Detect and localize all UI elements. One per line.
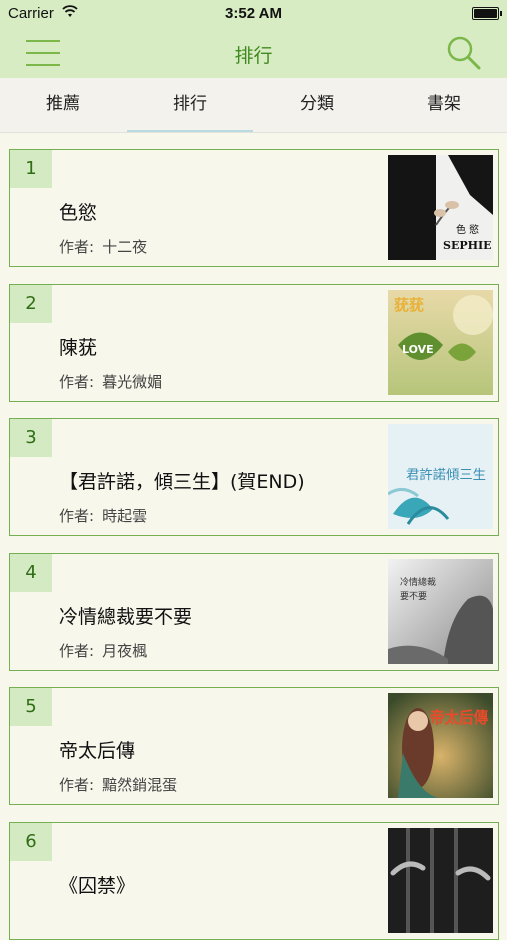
tab-ranking[interactable]: 排行 xyxy=(127,78,253,132)
battery-tip xyxy=(500,11,502,16)
book-card[interactable]: 1 色慾 作者: 十二夜 色 慾 SEPHIE xyxy=(9,149,499,267)
clock: 3:52 AM xyxy=(225,5,282,22)
book-cover[interactable]: 帝太后傳 xyxy=(388,693,493,798)
author-name: 暮光微媚 xyxy=(102,373,163,391)
author-line: 作者: 十二夜 xyxy=(59,236,147,257)
book-cover[interactable] xyxy=(388,828,493,933)
battery-icon xyxy=(472,7,499,20)
author-line: 作者: 月夜楓 xyxy=(59,640,147,661)
rank-badge: 4 xyxy=(10,554,52,592)
rank-badge: 1 xyxy=(10,150,52,188)
cover-subtitle: 要不要 xyxy=(400,591,427,602)
book-card[interactable]: 5 帝太后傳 作者: 黯然銷混蛋 帝太后傳 xyxy=(9,687,499,805)
book-title: 陳莸 xyxy=(59,337,98,359)
cover-title: 色 慾 xyxy=(456,223,479,236)
tab-category[interactable]: 分類 xyxy=(254,78,380,132)
navigation-bar: 排行 xyxy=(0,28,507,78)
cover-title: 莸莸 xyxy=(394,296,424,314)
book-card[interactable]: 6 《囚禁》 xyxy=(9,822,499,940)
rank-badge: 3 xyxy=(10,419,52,457)
author-label: 作者: xyxy=(59,776,95,794)
book-cover[interactable]: 莸莸 LOVE xyxy=(388,290,493,395)
book-cover[interactable]: 冷情總裁 要不要 xyxy=(388,559,493,664)
author-line: 作者: 時起雲 xyxy=(59,505,147,526)
book-title: 《囚禁》 xyxy=(59,875,136,897)
book-card[interactable]: 2 陳莸 作者: 暮光微媚 莸莸 LOVE xyxy=(9,284,499,402)
cover-title: 君許諾傾三生 xyxy=(406,467,486,483)
author-name: 黯然銷混蛋 xyxy=(102,776,178,794)
cover-title: 帝太后傳 xyxy=(430,708,488,727)
page-title: 排行 xyxy=(234,45,273,67)
search-icon[interactable] xyxy=(445,34,483,72)
author-label: 作者: xyxy=(59,373,95,391)
author-line: 作者: 暮光微媚 xyxy=(59,371,162,392)
tab-recommend[interactable]: 推薦 xyxy=(0,78,126,132)
book-card[interactable]: 4 冷情總裁要不要 作者: 月夜楓 冷情總裁 要不要 xyxy=(9,553,499,671)
author-name: 時起雲 xyxy=(102,507,148,525)
tab-bookshelf[interactable]: 書架 xyxy=(381,78,507,132)
book-card[interactable]: 3 【君許諾，傾三生】(賀END) 作者: 時起雲 君許諾傾三生 xyxy=(9,418,499,536)
rank-badge: 2 xyxy=(10,285,52,323)
status-bar: Carrier 3:52 AM xyxy=(0,0,507,28)
cover-subtitle: SEPHIE xyxy=(443,239,492,252)
author-label: 作者: xyxy=(59,238,95,256)
book-title: 色慾 xyxy=(59,202,98,224)
book-title: 帝太后傳 xyxy=(59,740,136,762)
author-label: 作者: xyxy=(59,642,95,660)
author-label: 作者: xyxy=(59,507,95,525)
rank-badge: 6 xyxy=(10,823,52,861)
cover-subtitle: LOVE xyxy=(402,343,434,356)
book-cover[interactable]: 色 慾 SEPHIE xyxy=(388,155,493,260)
book-cover[interactable]: 君許諾傾三生 xyxy=(388,424,493,529)
rank-badge: 5 xyxy=(10,688,52,726)
book-title: 【君許諾，傾三生】(賀END) xyxy=(59,471,305,493)
book-title: 冷情總裁要不要 xyxy=(59,606,193,628)
author-name: 月夜楓 xyxy=(102,642,148,660)
cover-title: 冷情總裁 xyxy=(400,576,436,588)
author-line: 作者: 黯然銷混蛋 xyxy=(59,774,177,795)
tab-bar: 推薦 排行 分類 書架 xyxy=(0,78,507,133)
author-name: 十二夜 xyxy=(102,238,148,256)
